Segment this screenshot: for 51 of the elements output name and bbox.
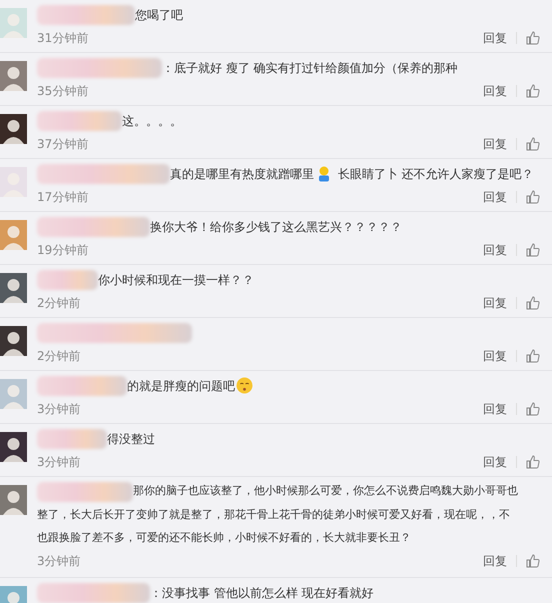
thumbs-up-icon[interactable] <box>526 84 540 98</box>
thumbs-up-icon[interactable] <box>526 296 540 310</box>
thumbs-up-icon[interactable] <box>526 554 540 568</box>
comment-time: 31分钟前 <box>37 30 88 47</box>
thumbs-up-icon[interactable] <box>526 402 540 416</box>
avatar-icon[interactable] <box>0 432 27 462</box>
comment-time: 35分钟前 <box>37 83 88 100</box>
comment-time: 19分钟前 <box>37 242 88 259</box>
avatar-icon[interactable] <box>0 114 27 144</box>
comment-time: 2分钟前 <box>37 295 81 312</box>
reply-link[interactable]: 回复 <box>483 241 507 259</box>
comment-text: 那你的脑子也应该整了，他小时候那么可爱，你怎么不说费启鸣魏大勋小哥哥也 <box>133 483 518 500</box>
reply-link[interactable]: 回复 <box>483 400 507 418</box>
comment-text: 您喝了吧 <box>135 6 183 24</box>
comment-text: ：没事找事 管他以前怎么样 现在好看就好 <box>150 584 374 602</box>
reply-link[interactable]: 回复 <box>483 294 507 312</box>
thumbs-up-icon[interactable] <box>526 455 540 469</box>
comment-time: 3分钟前 <box>37 454 81 471</box>
comment-text: 得没整过 <box>107 430 155 448</box>
comment-text: 的就是胖瘦的问题吧 <box>127 378 235 394</box>
comment-time: 37分钟前 <box>37 136 88 153</box>
comment-text: 你小时候和现在一摸一样？？ <box>98 272 254 288</box>
comment-time: 3分钟前 <box>37 401 81 418</box>
redacted-name <box>37 270 98 290</box>
emoji-icon <box>236 377 253 394</box>
comment-time: 3分钟前 <box>37 553 81 570</box>
reply-link[interactable]: 回复 <box>483 347 507 365</box>
comment-text: 换你大爷！给你多少钱了这么黑艺兴？？？？？ <box>150 218 402 236</box>
comment-text: 整了，长大后长开了变帅了就是整了，那花千骨上花千骨的徒弟小时候可爱又好看，现在呢，，不 <box>37 507 511 523</box>
comment-text: 长眼睛了卜 还不允许人家瘦了是吧？ <box>336 166 534 182</box>
redacted-name <box>37 428 107 448</box>
avatar-icon[interactable] <box>0 326 27 356</box>
reply-link[interactable]: 回复 <box>483 188 507 206</box>
reply-link[interactable]: 回复 <box>483 29 507 47</box>
thumbs-up-icon[interactable] <box>526 349 540 363</box>
reply-link[interactable]: 回复 <box>483 453 507 471</box>
avatar-icon[interactable] <box>0 273 27 303</box>
reply-link[interactable]: 回复 <box>483 552 507 570</box>
thumbs-up-icon[interactable] <box>526 243 540 257</box>
comment-time: 2分钟前 <box>37 348 81 365</box>
thumbs-up-icon[interactable] <box>526 31 540 45</box>
comment-text: 这。。。。 <box>122 112 182 130</box>
comment-time: 17分钟前 <box>37 189 88 206</box>
thumbs-up-icon[interactable] <box>526 137 540 151</box>
reply-link[interactable]: 回复 <box>483 135 507 153</box>
comment-text: 真的是哪里有热度就蹭哪里 <box>170 166 314 182</box>
emoji-icon <box>316 166 332 182</box>
thumbs-up-icon[interactable] <box>526 190 540 204</box>
reply-link[interactable]: 回复 <box>483 82 507 100</box>
comment-text: ：底子就好 瘦了 确实有打过针给颜值加分（保养的那种 <box>162 60 458 76</box>
comment-text: 也跟换脸了差不多，可爱的还不能长帅，小时候不好看的，长大就非要长丑？ <box>37 530 412 546</box>
